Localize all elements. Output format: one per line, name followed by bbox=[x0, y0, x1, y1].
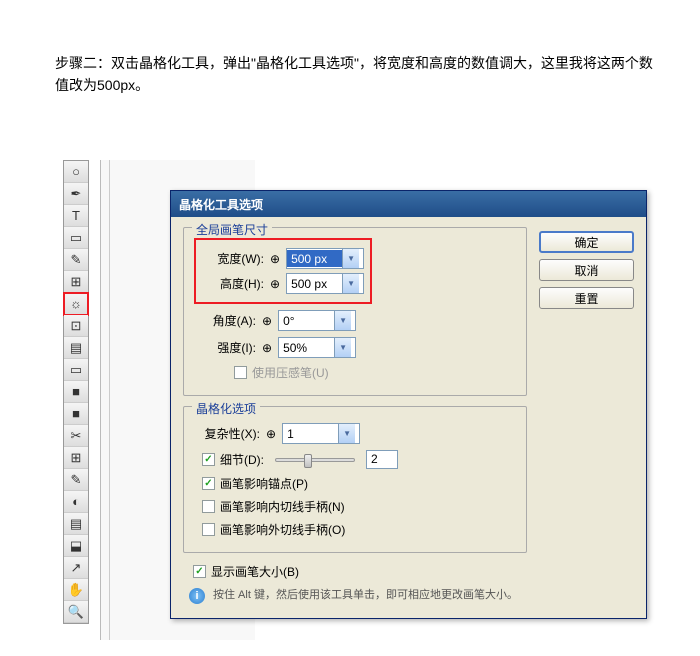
info-text: 按住 Alt 键，然后使用该工具单击，即可相应地更改画笔大小。 bbox=[213, 588, 518, 603]
out-handle-checkbox[interactable] bbox=[202, 523, 215, 536]
tool-crystallize[interactable]: ☼ bbox=[64, 293, 88, 315]
complexity-dropdown-icon[interactable]: ▼ bbox=[338, 424, 355, 443]
tool-scissors[interactable]: ✂ bbox=[64, 425, 88, 447]
reset-button[interactable]: 重置 bbox=[539, 287, 634, 309]
info-icon: i bbox=[189, 588, 205, 604]
tool-fill[interactable]: ■ bbox=[64, 381, 88, 403]
complexity-label: 复杂性(X): bbox=[198, 425, 260, 442]
instruction-text: 步骤二：双击晶格化工具，弹出"晶格化工具选项"，将宽度和高度的数值调大，这里我将… bbox=[55, 52, 660, 97]
tool-blend[interactable]: ◐ bbox=[64, 491, 88, 513]
tool-zoom[interactable]: 🔍 bbox=[64, 601, 88, 623]
width-height-highlight: 宽度(W): ⊕ ▼ 高度(H): ⊕ ▼ bbox=[194, 238, 372, 304]
cancel-button[interactable]: 取消 bbox=[539, 259, 634, 281]
ok-button[interactable]: 确定 bbox=[539, 231, 634, 253]
intensity-dropdown-icon[interactable]: ▼ bbox=[334, 338, 351, 357]
anchor-label: 画笔影响锚点(P) bbox=[220, 475, 308, 492]
tool-eyedropper[interactable]: ✎ bbox=[64, 469, 88, 491]
tool-move[interactable]: ↗ bbox=[64, 557, 88, 579]
detail-slider[interactable] bbox=[275, 458, 355, 462]
tool-hand[interactable]: ✋ bbox=[64, 579, 88, 601]
tool-palette: ○ ✒ T ▭ ✎ ⊞ ☼ ⊡ ▤ ▭ ■ ■ ✂ ⊞ ✎ ◐ ▤ ⬓ ↗ ✋ … bbox=[63, 160, 89, 624]
tool-livepaint[interactable]: ▤ bbox=[64, 513, 88, 535]
show-brush-label: 显示画笔大小(B) bbox=[211, 563, 299, 580]
complexity-input[interactable]: ▼ bbox=[282, 423, 360, 444]
dialog-title: 晶格化工具选项 bbox=[179, 196, 263, 213]
width-field[interactable] bbox=[287, 250, 342, 267]
tool-mesh[interactable]: ⊞ bbox=[64, 271, 88, 293]
angle-label: 角度(A): bbox=[194, 312, 256, 329]
complexity-field[interactable] bbox=[283, 425, 338, 442]
options-legend: 晶格化选项 bbox=[192, 400, 260, 417]
brush-dimensions-fieldset: 全局画笔尺寸 宽度(W): ⊕ ▼ 高度(H): bbox=[183, 227, 527, 396]
angle-dropdown-icon[interactable]: ▼ bbox=[334, 311, 351, 330]
tool-rect[interactable]: ▭ bbox=[64, 227, 88, 249]
tool-brush[interactable]: ✎ bbox=[64, 249, 88, 271]
app-area: ○ ✒ T ▭ ✎ ⊞ ☼ ⊡ ▤ ▭ ■ ■ ✂ ⊞ ✎ ◐ ▤ ⬓ ↗ ✋ … bbox=[55, 160, 655, 650]
height-input[interactable]: ▼ bbox=[286, 273, 364, 294]
tool-selection[interactable]: ○ bbox=[64, 161, 88, 183]
tool-pen[interactable]: ✒ bbox=[64, 183, 88, 205]
crystallize-options-fieldset: 晶格化选项 复杂性(X): ⊕ ▼ bbox=[183, 406, 527, 553]
out-handle-label: 画笔影响外切线手柄(O) bbox=[220, 521, 345, 538]
in-handle-checkbox[interactable] bbox=[202, 500, 215, 513]
width-dropdown-icon[interactable]: ▼ bbox=[342, 249, 359, 268]
tool-slice[interactable]: ⬓ bbox=[64, 535, 88, 557]
intensity-input[interactable]: ▼ bbox=[278, 337, 356, 358]
show-brush-checkbox[interactable] bbox=[193, 565, 206, 578]
width-input[interactable]: ▼ bbox=[286, 248, 364, 269]
detail-value[interactable]: 2 bbox=[366, 450, 398, 469]
intensity-field[interactable] bbox=[279, 339, 334, 356]
pressure-checkbox bbox=[234, 366, 247, 379]
anchor-checkbox[interactable] bbox=[202, 477, 215, 490]
intensity-label: 强度(I): bbox=[194, 339, 256, 356]
detail-checkbox[interactable] bbox=[202, 453, 215, 466]
tool-symbol[interactable]: ⊡ bbox=[64, 315, 88, 337]
brush-legend: 全局画笔尺寸 bbox=[192, 221, 272, 238]
crystallize-options-dialog: 晶格化工具选项 全局画笔尺寸 宽度(W): ⊕ ▼ bbox=[170, 190, 647, 619]
tool-artboard[interactable]: ⊞ bbox=[64, 447, 88, 469]
tool-graph[interactable]: ▤ bbox=[64, 337, 88, 359]
in-handle-label: 画笔影响内切线手柄(N) bbox=[220, 498, 345, 515]
tool-rect2[interactable]: ▭ bbox=[64, 359, 88, 381]
dialog-titlebar[interactable]: 晶格化工具选项 bbox=[171, 191, 646, 217]
tool-type[interactable]: T bbox=[64, 205, 88, 227]
height-label: 高度(H): bbox=[202, 275, 264, 292]
detail-label: 细节(D): bbox=[220, 451, 264, 468]
pressure-label: 使用压感笔(U) bbox=[252, 364, 329, 381]
angle-field[interactable] bbox=[279, 312, 334, 329]
angle-input[interactable]: ▼ bbox=[278, 310, 356, 331]
height-field[interactable] bbox=[287, 275, 342, 292]
height-dropdown-icon[interactable]: ▼ bbox=[342, 274, 359, 293]
width-label: 宽度(W): bbox=[202, 250, 264, 267]
tool-gradient[interactable]: ■ bbox=[64, 403, 88, 425]
